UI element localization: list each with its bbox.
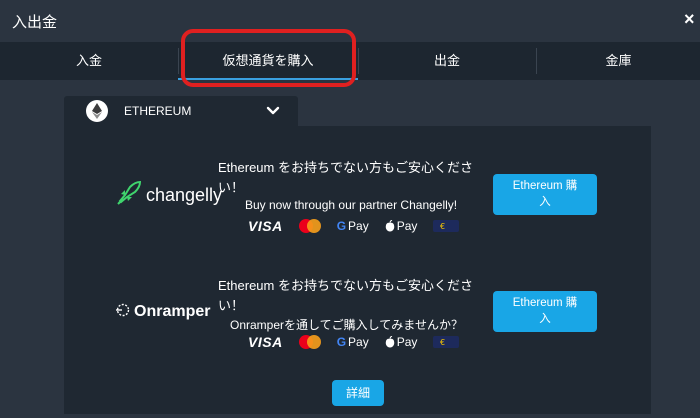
visa-icon: VISA — [248, 218, 283, 234]
chevron-down-icon — [266, 104, 280, 122]
svg-text:€: € — [440, 222, 445, 231]
tab-withdraw[interactable]: 出金 — [358, 42, 536, 80]
sepa-icon: € — [433, 336, 460, 348]
tab-buy-crypto[interactable]: 仮想通貨を購入 — [178, 42, 358, 80]
onramper-logo: Onramper — [116, 302, 210, 322]
tab-deposit[interactable]: 入金 — [0, 42, 178, 80]
coin-dropdown[interactable]: ETHEREUM — [64, 96, 298, 126]
payment-methods: VISA G Pay Pay € — [248, 333, 475, 351]
coin-dropdown-value: ETHEREUM — [124, 104, 192, 118]
provider-description: い！ — [218, 298, 245, 313]
apple-pay-icon: Pay — [385, 219, 417, 233]
buy-ethereum-onramper-button[interactable]: Ethereum 購 入 — [493, 291, 597, 332]
provider-description: Ethereum をお持ちでない方もご安心くださ — [218, 278, 473, 293]
tab-vault[interactable]: 金庫 — [537, 42, 700, 80]
rocket-icon — [116, 180, 142, 210]
ethereum-icon — [86, 100, 108, 122]
provider-subtitle: Onramperを通してご購入してみませんか？ — [230, 318, 463, 332]
close-button[interactable]: × — [684, 9, 698, 29]
mastercard-icon — [298, 219, 321, 233]
provider-description: Ethereum をお持ちでない方もご安心くださ — [218, 160, 473, 175]
changelly-wordmark: changelly — [146, 185, 223, 205]
payment-methods: VISA G Pay Pay € — [248, 217, 475, 235]
google-pay-icon: G Pay — [336, 219, 369, 233]
google-pay-icon: G Pay — [336, 335, 369, 349]
apple-pay-icon: Pay — [385, 335, 417, 349]
provider-description: い！ — [218, 180, 245, 195]
tab-bar: 入金 仮想通貨を購入 出金 金庫 — [0, 42, 700, 80]
title-bar: 入出金 × — [0, 0, 700, 42]
onramper-wordmark: Onramper — [134, 303, 211, 320]
sepa-icon: € — [433, 220, 460, 232]
visa-icon: VISA — [248, 334, 283, 350]
mastercard-icon — [298, 335, 321, 349]
changelly-logo: changelly — [116, 180, 223, 210]
details-button[interactable]: 詳細 — [332, 380, 384, 406]
provider-subtitle: Buy now through our partner Changelly! — [245, 198, 458, 212]
svg-text:€: € — [440, 338, 445, 347]
buy-ethereum-changelly-button[interactable]: Ethereum 購 入 — [493, 174, 597, 215]
onramper-icon — [116, 302, 130, 322]
window-title: 入出金 — [12, 14, 58, 31]
provider-panel: changelly Ethereum をお持ちでない方もご安心くださ い！ Bu… — [64, 126, 651, 414]
